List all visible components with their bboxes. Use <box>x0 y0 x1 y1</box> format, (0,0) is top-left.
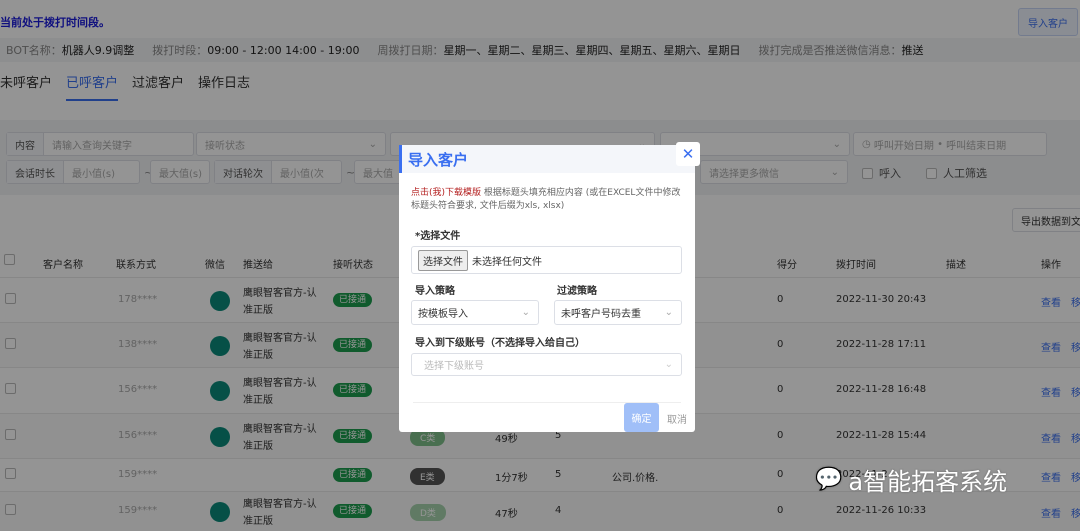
file-label: *选择文件 <box>415 231 461 242</box>
sub-account-select[interactable]: 选择下级账号 ⌄ <box>411 353 682 376</box>
filter-strategy-label: 过滤策略 <box>557 286 597 297</box>
confirm-button[interactable]: 确定 <box>624 403 659 432</box>
file-input[interactable]: 选择文件 未选择任何文件 <box>411 246 682 274</box>
import-strategy-label: 导入策略 <box>415 286 455 297</box>
wechat-logo-icon: 💬 <box>815 467 843 492</box>
close-icon[interactable]: ✕ <box>676 142 700 166</box>
import-strategy-select[interactable]: 按模板导入 ⌄ <box>411 300 539 325</box>
import-strategy-value: 按模板导入 <box>418 309 468 320</box>
watermark-text: a智能拓客系统 <box>848 468 1008 496</box>
import-customers-dialog: 导入客户 点击(我)下载模版 根据标题头填充相应内容 (或在EXCEL文件中修改… <box>399 145 695 432</box>
filter-strategy-value: 未呼客户号码去重 <box>561 309 641 320</box>
choose-file-button[interactable]: 选择文件 <box>418 249 468 271</box>
import-hint: 点击(我)下载模版 根据标题头填充相应内容 (或在EXCEL文件中修改标题头符合… <box>411 187 683 213</box>
dialog-title: 导入客户 <box>399 145 695 173</box>
chevron-down-icon: ⌄ <box>521 307 530 318</box>
sub-account-placeholder: 选择下级账号 <box>424 361 484 372</box>
filter-strategy-select[interactable]: 未呼客户号码去重 ⌄ <box>554 300 682 325</box>
chevron-down-icon: ⌄ <box>664 307 673 318</box>
sub-account-label: 导入到下级账号（不选择导入给自己） <box>415 338 585 349</box>
cancel-button[interactable]: 取消 <box>667 411 687 426</box>
watermark: 💬 a智能拓客系统 <box>815 462 1007 497</box>
chevron-down-icon: ⌄ <box>664 359 673 370</box>
download-template-link[interactable]: 点击(我)下载模版 <box>411 188 481 198</box>
file-status: 未选择任何文件 <box>472 256 542 268</box>
